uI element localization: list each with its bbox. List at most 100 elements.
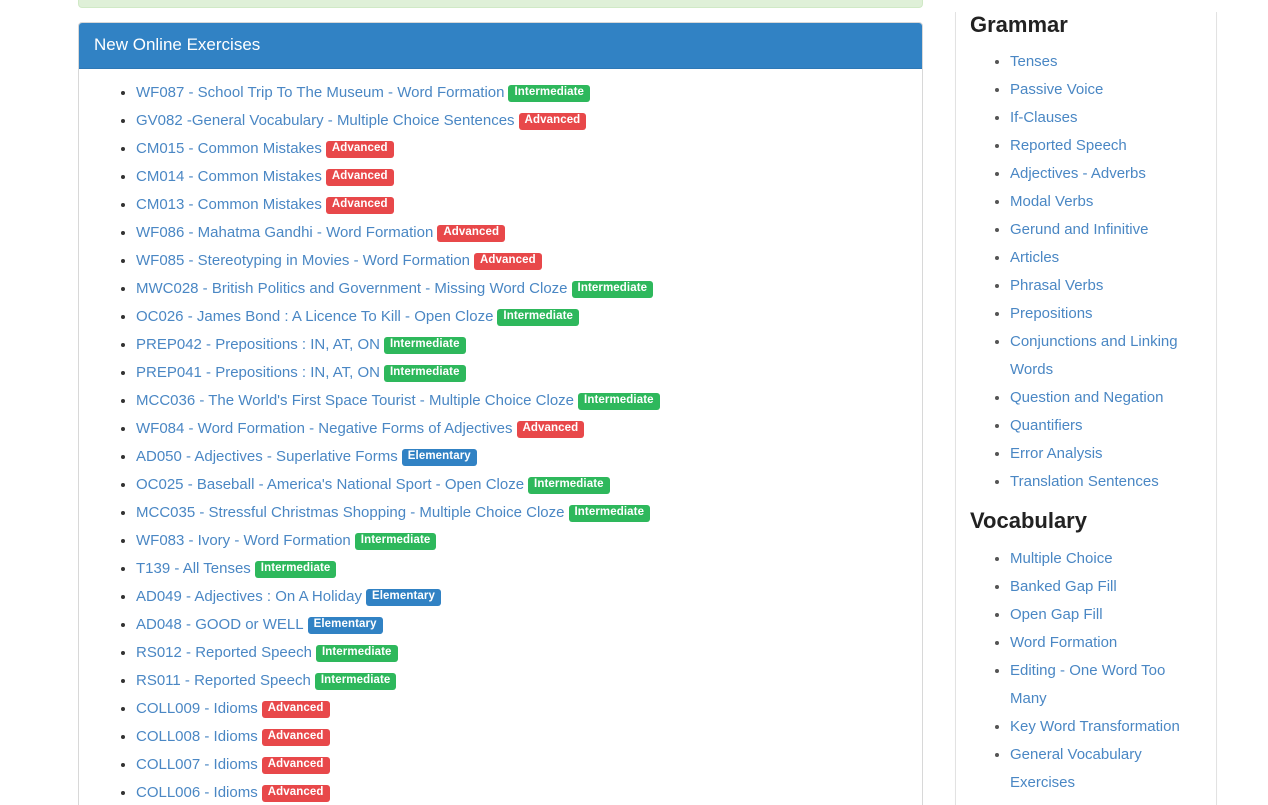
exercise-list-item: WF084 - Word Formation - Negative Forms … bbox=[136, 415, 907, 443]
level-badge: Intermediate bbox=[315, 673, 397, 690]
vocabulary-link[interactable]: Editing - One Word Too Many bbox=[1010, 662, 1165, 707]
grammar-link[interactable]: Gerund and Infinitive bbox=[1010, 221, 1148, 238]
level-badge: Intermediate bbox=[569, 505, 651, 522]
vocabulary-link[interactable]: General Vocabulary Exercises bbox=[1010, 746, 1142, 791]
exercise-link[interactable]: GV082 -General Vocabulary - Multiple Cho… bbox=[136, 112, 515, 129]
exercise-link[interactable]: AD049 - Adjectives : On A Holiday bbox=[136, 588, 362, 605]
exercise-link[interactable]: MCC035 - Stressful Christmas Shopping - … bbox=[136, 504, 565, 521]
exercise-link[interactable]: CM015 - Common Mistakes bbox=[136, 140, 322, 157]
level-badge: Advanced bbox=[519, 113, 587, 130]
level-badge: Advanced bbox=[262, 701, 330, 718]
grammar-item: Reported Speech bbox=[1010, 132, 1202, 160]
sidebar-column: Grammar TensesPassive VoiceIf-ClausesRep… bbox=[955, 0, 1217, 805]
vocabulary-link[interactable]: Open Gap Fill bbox=[1010, 606, 1103, 623]
grammar-link[interactable]: Prepositions bbox=[1010, 305, 1093, 322]
exercise-list-item: WF086 - Mahatma Gandhi - Word FormationA… bbox=[136, 219, 907, 247]
grammar-link[interactable]: Translation Sentences bbox=[1010, 473, 1159, 490]
vocabulary-item: Banked Gap Fill bbox=[1010, 573, 1202, 601]
level-badge: Intermediate bbox=[384, 365, 466, 382]
grammar-item: Quantifiers bbox=[1010, 412, 1202, 440]
exercise-link[interactable]: AD050 - Adjectives - Superlative Forms bbox=[136, 448, 398, 465]
grammar-link[interactable]: Modal Verbs bbox=[1010, 193, 1093, 210]
exercise-link[interactable]: COLL006 - Idioms bbox=[136, 784, 258, 801]
vocabulary-item: Open Gap Fill bbox=[1010, 601, 1202, 629]
grammar-card: Grammar TensesPassive VoiceIf-ClausesRep… bbox=[955, 12, 1217, 805]
level-badge: Elementary bbox=[402, 449, 477, 466]
vocabulary-item: Editing - One Word Too Many bbox=[1010, 657, 1202, 713]
grammar-link[interactable]: Phrasal Verbs bbox=[1010, 277, 1103, 294]
level-badge: Intermediate bbox=[316, 645, 398, 662]
vocabulary-link[interactable]: Multiple Choice bbox=[1010, 550, 1113, 567]
level-badge: Advanced bbox=[262, 757, 330, 774]
exercise-link[interactable]: COLL007 - Idioms bbox=[136, 756, 258, 773]
vocabulary-link[interactable]: Word Formation bbox=[1010, 634, 1117, 651]
exercise-list-item: MCC036 - The World's First Space Tourist… bbox=[136, 387, 907, 415]
grammar-item: Articles bbox=[1010, 244, 1202, 272]
grammar-item: Adjectives - Adverbs bbox=[1010, 160, 1202, 188]
grammar-link[interactable]: Conjunctions and Linking Words bbox=[1010, 333, 1178, 378]
grammar-item: Gerund and Infinitive bbox=[1010, 216, 1202, 244]
exercise-list: WF087 - School Trip To The Museum - Word… bbox=[94, 79, 907, 805]
grammar-link[interactable]: Question and Negation bbox=[1010, 389, 1163, 406]
exercise-list-item: GV082 -General Vocabulary - Multiple Cho… bbox=[136, 107, 907, 135]
grammar-item: Conjunctions and Linking Words bbox=[1010, 328, 1202, 384]
grammar-link[interactable]: Tenses bbox=[1010, 53, 1058, 70]
level-badge: Advanced bbox=[326, 169, 394, 186]
exercise-link[interactable]: COLL008 - Idioms bbox=[136, 728, 258, 745]
exercise-link[interactable]: WF085 - Stereotyping in Movies - Word Fo… bbox=[136, 252, 470, 269]
grammar-link[interactable]: Adjectives - Adverbs bbox=[1010, 165, 1146, 182]
level-badge: Advanced bbox=[437, 225, 505, 242]
grammar-list: Tenses Passive Voice If-Clauses Reported Sp… bbox=[970, 48, 1202, 496]
exercise-link[interactable]: OC026 - James Bond : A Licence To Kill -… bbox=[136, 308, 493, 325]
exercise-link[interactable]: WF086 - Mahatma Gandhi - Word Formation bbox=[136, 224, 433, 241]
exercise-link[interactable]: CM014 - Common Mistakes bbox=[136, 168, 322, 185]
level-badge: Intermediate bbox=[528, 477, 610, 494]
exercise-link[interactable]: RS011 - Reported Speech bbox=[136, 672, 311, 689]
grammar-link[interactable]: Articles bbox=[1010, 249, 1059, 266]
exercise-link[interactable]: CM013 - Common Mistakes bbox=[136, 196, 322, 213]
exercise-link[interactable]: COLL009 - Idioms bbox=[136, 700, 258, 717]
exercise-list-item: T139 - All TensesIntermediate bbox=[136, 555, 907, 583]
exercise-link[interactable]: T139 - All Tenses bbox=[136, 560, 251, 577]
grammar-item: Passive Voice bbox=[1010, 76, 1202, 104]
exercise-link[interactable]: MWC028 - British Politics and Government… bbox=[136, 280, 568, 297]
exercise-link[interactable]: PREP041 - Prepositions : IN, AT, ON bbox=[136, 364, 380, 381]
vocabulary-link[interactable]: Key Word Transformation bbox=[1010, 718, 1180, 735]
exercise-link[interactable]: WF084 - Word Formation - Negative Forms … bbox=[136, 420, 513, 437]
exercise-list-item: PREP042 - Prepositions : IN, AT, ONInter… bbox=[136, 331, 907, 359]
level-badge: Intermediate bbox=[497, 309, 579, 326]
exercise-list-item: MWC028 - British Politics and Government… bbox=[136, 275, 907, 303]
vocabulary-item: Multiple Choice bbox=[1010, 545, 1202, 573]
grammar-item: Prepositions bbox=[1010, 300, 1202, 328]
exercise-list-item: CM013 - Common MistakesAdvanced bbox=[136, 191, 907, 219]
grammar-link[interactable]: Passive Voice bbox=[1010, 81, 1103, 98]
exercise-link[interactable]: WF083 - Ivory - Word Formation bbox=[136, 532, 351, 549]
exercise-list-item: MCC035 - Stressful Christmas Shopping - … bbox=[136, 499, 907, 527]
vocabulary-link[interactable]: Banked Gap Fill bbox=[1010, 578, 1117, 595]
exercise-list-item: OC026 - James Bond : A Licence To Kill -… bbox=[136, 303, 907, 331]
grammar-link[interactable]: Quantifiers bbox=[1010, 417, 1083, 434]
exercise-list-item: RS012 - Reported SpeechIntermediate bbox=[136, 639, 907, 667]
panel-body: WF087 - School Trip To The Museum - Word… bbox=[79, 69, 922, 805]
page-root: New Online Exercises WF087 - School Trip… bbox=[0, 0, 1268, 805]
exercise-list-item: WF087 - School Trip To The Museum - Word… bbox=[136, 79, 907, 107]
exercise-link[interactable]: AD048 - GOOD or WELL bbox=[136, 616, 304, 633]
exercise-list-item: COLL008 - IdiomsAdvanced bbox=[136, 723, 907, 751]
grammar-item: If-Clauses bbox=[1010, 104, 1202, 132]
vocabulary-heading: Vocabulary bbox=[970, 508, 1202, 534]
exercise-list-item: PREP041 - Prepositions : IN, AT, ONInter… bbox=[136, 359, 907, 387]
grammar-link[interactable]: Error Analysis bbox=[1010, 445, 1103, 462]
exercise-link[interactable]: RS012 - Reported Speech bbox=[136, 644, 312, 661]
vocabulary-item: Key Word Transformation bbox=[1010, 713, 1202, 741]
vocabulary-list: Multiple Choice Banked Gap Fill Open Gap F… bbox=[970, 545, 1202, 797]
exercise-link[interactable]: WF087 - School Trip To The Museum - Word… bbox=[136, 84, 504, 101]
grammar-link[interactable]: Reported Speech bbox=[1010, 137, 1127, 154]
exercise-link[interactable]: PREP042 - Prepositions : IN, AT, ON bbox=[136, 336, 380, 353]
exercise-link[interactable]: MCC036 - The World's First Space Tourist… bbox=[136, 392, 574, 409]
exercise-link[interactable]: OC025 - Baseball - America's National Sp… bbox=[136, 476, 524, 493]
level-badge: Advanced bbox=[517, 421, 585, 438]
level-badge: Advanced bbox=[326, 141, 394, 158]
grammar-link[interactable]: If-Clauses bbox=[1010, 109, 1078, 126]
exercise-list-item: AD049 - Adjectives : On A HolidayElement… bbox=[136, 583, 907, 611]
level-badge: Intermediate bbox=[578, 393, 660, 410]
